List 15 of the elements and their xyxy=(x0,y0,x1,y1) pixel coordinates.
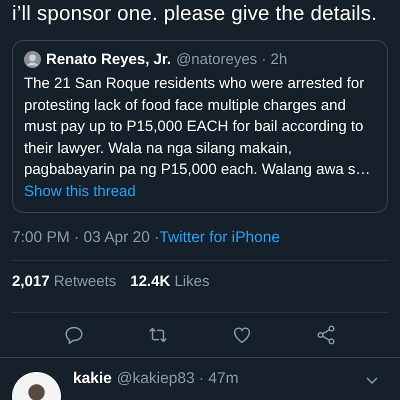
quoted-tweet-text: The 21 San Roque residents who were arrested for protesting lack of food face multiple charges and must pay up to P15,000 EACH for bail according to their lawyer. Wala na nga silang makain, pagbabayarin pa ng P15,000 each. Walang awa s… xyxy=(24,74,372,180)
avatar-icon xyxy=(24,51,41,68)
share-icon[interactable] xyxy=(315,324,337,346)
reply-author-handle: @kakiep83 · 47m xyxy=(116,370,239,388)
author-handle: @natoreyes · 2h xyxy=(176,51,288,68)
timestamp: 7:00 PM · 03 Apr 20 · xyxy=(12,228,160,246)
author-name: Renato Reyes, Jr. xyxy=(46,51,172,68)
source-link[interactable]: Twitter for iPhone xyxy=(159,227,280,248)
tweet-text: i’ll sponsor one. please give the details. xyxy=(12,1,378,27)
show-thread-link[interactable]: Show this thread xyxy=(24,180,376,202)
chevron-down-icon[interactable] xyxy=(366,376,378,384)
stat-count[interactable]: 12.4K Likes xyxy=(130,273,210,290)
quoted-tweet-card[interactable] xyxy=(12,40,388,212)
reply-author-name: kakie xyxy=(73,370,112,388)
stat-count[interactable]: 2,017 Retweets xyxy=(12,273,116,290)
